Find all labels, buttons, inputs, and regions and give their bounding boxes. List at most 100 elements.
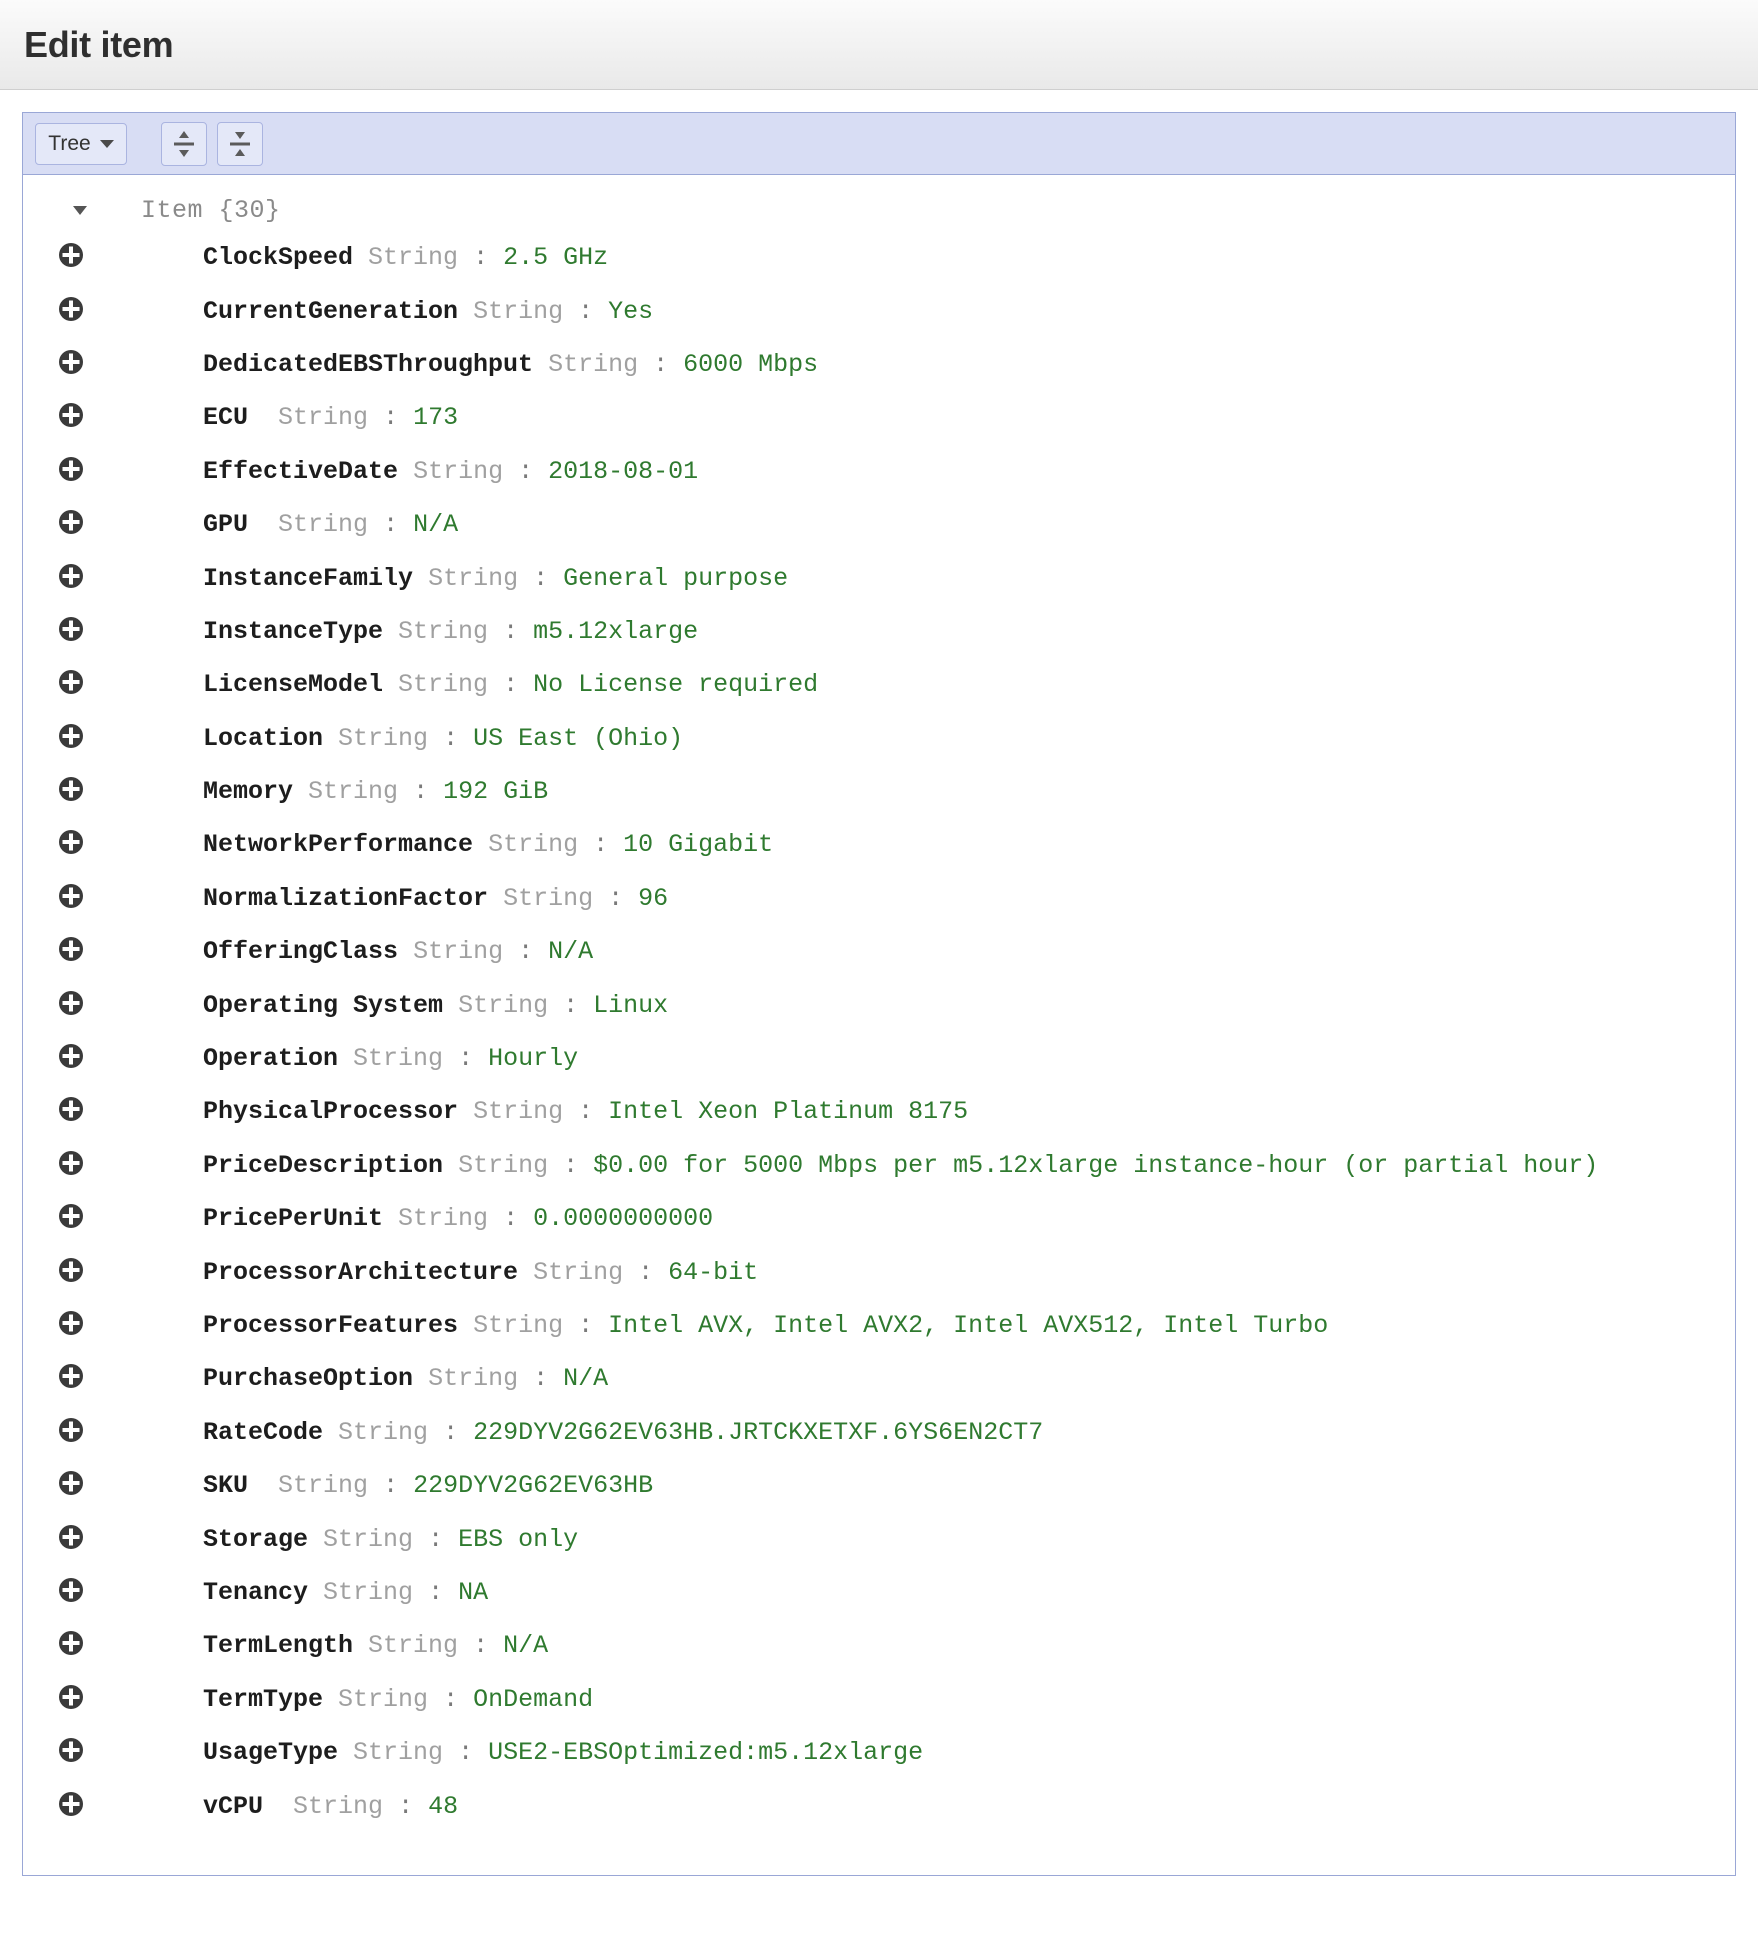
field-key[interactable]: NormalizationFactor <box>203 884 488 913</box>
expand-all-button[interactable] <box>161 121 207 166</box>
field-value[interactable]: US East (Ohio) <box>473 724 683 753</box>
field-value[interactable]: N/A <box>503 1631 548 1660</box>
plus-circle-icon[interactable] <box>58 616 84 647</box>
field-value[interactable]: N/A <box>563 1364 608 1393</box>
field-key[interactable]: Storage <box>203 1525 308 1554</box>
field-value[interactable]: 229DYV2G62EV63HB <box>413 1471 653 1500</box>
plus-circle-icon[interactable] <box>58 1150 84 1181</box>
plus-circle-icon[interactable] <box>58 296 84 327</box>
mode-dropdown[interactable]: Tree <box>35 122 127 165</box>
plus-circle-icon[interactable] <box>58 456 84 487</box>
field-value[interactable]: 64-bit <box>668 1258 758 1287</box>
field-key[interactable]: PurchaseOption <box>203 1364 413 1393</box>
plus-circle-icon[interactable] <box>58 723 84 754</box>
field-value[interactable]: Intel Xeon Platinum 8175 <box>608 1097 968 1126</box>
plus-circle-icon[interactable] <box>58 1363 84 1394</box>
field-value[interactable]: NA <box>458 1578 488 1607</box>
field-key[interactable]: PriceDescription <box>203 1151 443 1180</box>
field-key[interactable]: TermType <box>203 1685 323 1714</box>
field-value[interactable]: Hourly <box>488 1044 578 1073</box>
field-key[interactable]: Operating System <box>203 991 443 1020</box>
field-value[interactable]: OnDemand <box>473 1685 593 1714</box>
plus-circle-icon[interactable] <box>58 669 84 700</box>
plus-circle-icon[interactable] <box>58 1577 84 1608</box>
field-value[interactable]: 2.5 GHz <box>503 243 608 272</box>
plus-circle-icon[interactable] <box>58 776 84 807</box>
field-colon: : <box>458 1044 474 1074</box>
field-type: String <box>458 990 549 1020</box>
collapse-arrows-icon <box>227 130 253 158</box>
plus-circle-icon[interactable] <box>58 1684 84 1715</box>
field-value[interactable]: N/A <box>413 510 458 539</box>
plus-circle-icon[interactable] <box>58 242 84 273</box>
field-value[interactable]: 173 <box>413 403 458 432</box>
field-value[interactable]: EBS only <box>458 1525 578 1554</box>
plus-circle-icon[interactable] <box>58 1043 84 1074</box>
field-key[interactable]: ProcessorArchitecture <box>203 1258 518 1287</box>
row-content: SKU String : 229DYV2G62EV63HB <box>119 1473 653 1498</box>
field-value[interactable]: 229DYV2G62EV63HB.JRTCKXETXF.6YS6EN2CT7 <box>473 1418 1043 1447</box>
plus-circle-icon[interactable] <box>58 829 84 860</box>
plus-circle-icon[interactable] <box>58 1203 84 1234</box>
plus-circle-icon[interactable] <box>58 936 84 967</box>
field-key[interactable]: EffectiveDate <box>203 457 398 486</box>
field-value[interactable]: m5.12xlarge <box>533 617 698 646</box>
field-value[interactable]: 192 GiB <box>443 777 548 806</box>
plus-circle-icon[interactable] <box>58 509 84 540</box>
field-key[interactable]: vCPU <box>203 1792 278 1821</box>
field-value[interactable]: Yes <box>608 297 653 326</box>
field-value[interactable]: Linux <box>593 991 668 1020</box>
field-key[interactable]: SKU <box>203 1471 263 1500</box>
field-colon: : <box>428 1577 444 1607</box>
plus-circle-icon[interactable] <box>58 1470 84 1501</box>
field-value[interactable]: General purpose <box>563 564 788 593</box>
field-key[interactable]: LicenseModel <box>203 670 383 699</box>
field-value[interactable]: 96 <box>638 884 668 913</box>
field-key[interactable]: ClockSpeed <box>203 243 353 272</box>
field-value[interactable]: No License required <box>533 670 818 699</box>
field-value[interactable]: 2018-08-01 <box>548 457 698 486</box>
field-value[interactable]: USE2-EBSOptimized:m5.12xlarge <box>488 1738 923 1767</box>
field-key[interactable]: UsageType <box>203 1738 338 1767</box>
plus-circle-icon[interactable] <box>58 1310 84 1341</box>
field-key[interactable]: Operation <box>203 1044 338 1073</box>
field-key[interactable]: Memory <box>203 777 293 806</box>
field-key[interactable]: Tenancy <box>203 1578 308 1607</box>
field-value[interactable]: 0.0000000000 <box>533 1204 713 1233</box>
plus-circle-icon[interactable] <box>58 1630 84 1661</box>
field-key[interactable]: ECU <box>203 403 263 432</box>
field-key[interactable]: DedicatedEBSThroughput <box>203 350 533 379</box>
plus-circle-icon[interactable] <box>58 990 84 1021</box>
field-key[interactable]: Location <box>203 724 323 753</box>
field-key[interactable]: GPU <box>203 510 263 539</box>
field-key[interactable]: TermLength <box>203 1631 353 1660</box>
plus-circle-icon[interactable] <box>58 1417 84 1448</box>
plus-circle-icon[interactable] <box>58 883 84 914</box>
field-value[interactable]: $0.00 for 5000 Mbps per m5.12xlarge inst… <box>593 1151 1598 1180</box>
collapse-all-button[interactable] <box>217 121 263 166</box>
field-key[interactable]: PricePerUnit <box>203 1204 383 1233</box>
field-key[interactable]: InstanceFamily <box>203 564 413 593</box>
field-value[interactable]: 48 <box>428 1792 458 1821</box>
field-key[interactable]: InstanceType <box>203 617 383 646</box>
triangle-down-icon[interactable] <box>73 205 87 215</box>
field-value[interactable]: N/A <box>548 937 593 966</box>
field-value[interactable]: 10 Gigabit <box>623 830 773 859</box>
plus-circle-icon[interactable] <box>58 1737 84 1768</box>
field-value[interactable]: 6000 Mbps <box>683 350 818 379</box>
field-key[interactable]: OfferingClass <box>203 937 398 966</box>
field-type: String <box>278 1471 369 1501</box>
field-key[interactable]: ProcessorFeatures <box>203 1311 458 1340</box>
field-key[interactable]: CurrentGeneration <box>203 297 458 326</box>
plus-circle-icon[interactable] <box>58 1524 84 1555</box>
field-key[interactable]: PhysicalProcessor <box>203 1097 458 1126</box>
field-key[interactable]: NetworkPerformance <box>203 830 473 859</box>
plus-circle-icon[interactable] <box>58 563 84 594</box>
plus-circle-icon[interactable] <box>58 402 84 433</box>
plus-circle-icon[interactable] <box>58 1791 84 1822</box>
field-key[interactable]: RateCode <box>203 1418 323 1447</box>
plus-circle-icon[interactable] <box>58 1257 84 1288</box>
plus-circle-icon[interactable] <box>58 349 84 380</box>
plus-circle-icon[interactable] <box>58 1096 84 1127</box>
field-value[interactable]: Intel AVX, Intel AVX2, Intel AVX512, Int… <box>608 1311 1328 1340</box>
